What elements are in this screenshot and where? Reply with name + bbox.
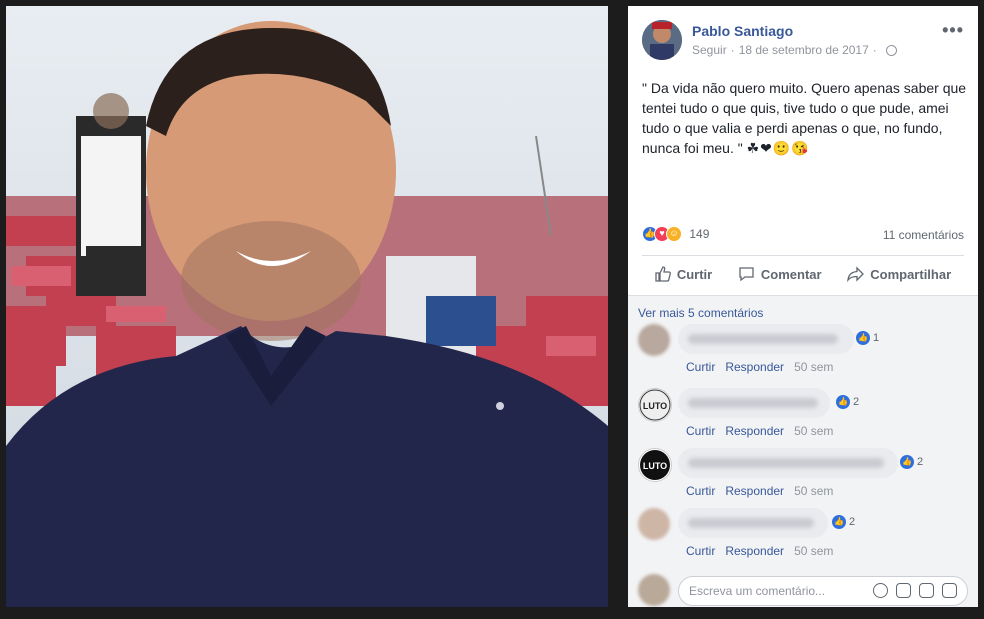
commenter-avatar[interactable] (638, 508, 670, 540)
share-icon (847, 266, 865, 282)
post-subline: Seguir · 18 de setembro de 2017 · (692, 43, 897, 57)
like-reaction-icon: 👍 (836, 395, 850, 409)
comment-item: 👍 1 Curtir Responder 50 sem (638, 324, 978, 384)
like-reaction-icon: 👍 (832, 515, 846, 529)
divider (642, 255, 964, 256)
post-photo[interactable] (6, 6, 608, 607)
author-avatar[interactable] (642, 20, 682, 60)
comment-time[interactable]: 50 sem (794, 544, 833, 558)
comment-bubble (678, 388, 830, 418)
comment-label: Comentar (760, 266, 822, 282)
like-reaction-icon: 👍 (900, 455, 914, 469)
comment-like-link[interactable]: Curtir (686, 544, 715, 558)
sticker-icon[interactable] (942, 583, 957, 598)
comment-time[interactable]: 50 sem (794, 360, 833, 374)
like-reaction-icon: 👍 (856, 331, 870, 345)
comment-reply-link[interactable]: Responder (725, 360, 784, 374)
svg-text:LUTO: LUTO (643, 461, 667, 471)
comment-item: LUTO 👍 2 Curtir Responder 50 sem (638, 388, 978, 448)
comment-input-placeholder: Escreva um comentário... (689, 584, 826, 598)
comment-reply-link[interactable]: Responder (725, 424, 784, 438)
comment-bubble (678, 508, 828, 538)
comments-section: Ver mais 5 comentários 👍 1 Curtir Responde… (628, 296, 978, 607)
comment-input[interactable]: Escreva um comentário... (678, 576, 968, 606)
comments-count[interactable]: 11 comentários (883, 228, 964, 242)
comment-meta: Curtir Responder 50 sem (686, 484, 843, 498)
post-panel: Pablo Santiago Seguir · 18 de setembro de … (628, 6, 978, 607)
like-button[interactable]: Curtir (655, 266, 712, 282)
comment-item: LUTO 👍 2 Curtir Responder 50 sem (638, 448, 978, 508)
comment-reactions[interactable]: 👍 2 (832, 515, 855, 529)
more-options-icon[interactable]: ••• (942, 20, 964, 41)
share-label: Compartilhar (870, 266, 952, 282)
see-more-comments-link[interactable]: Ver mais 5 comentários (638, 306, 763, 320)
haha-reaction-icon[interactable]: ☺ (666, 226, 682, 242)
emoji-icon[interactable] (873, 583, 888, 598)
post-emojis: ☘❤🙂😘 (746, 140, 810, 156)
current-user-avatar (638, 574, 670, 606)
comment-reactions[interactable]: 👍 2 (836, 395, 859, 409)
post-date[interactable]: 18 de setembro de 2017 (739, 43, 869, 57)
comment-composer: Escreva um comentário... (638, 574, 968, 607)
comment-time[interactable]: 50 sem (794, 424, 833, 438)
follow-link[interactable]: Seguir (692, 43, 727, 57)
commenter-avatar[interactable]: LUTO (638, 448, 672, 482)
comment-reactions[interactable]: 👍 1 (856, 331, 879, 345)
comment-reactions[interactable]: 👍 2 (900, 455, 923, 469)
author-name[interactable]: Pablo Santiago (692, 23, 793, 39)
commenter-avatar[interactable]: LUTO (638, 388, 672, 422)
camera-icon[interactable] (896, 583, 911, 598)
gif-icon[interactable] (919, 583, 934, 598)
svg-text:LUTO: LUTO (643, 401, 667, 411)
share-button[interactable]: Compartilhar (847, 266, 951, 282)
comment-reply-link[interactable]: Responder (725, 484, 784, 498)
comment-reply-link[interactable]: Responder (725, 544, 784, 558)
comment-meta: Curtir Responder 50 sem (686, 360, 843, 374)
reactions-count[interactable]: 149 (689, 227, 709, 241)
post-text-block: " Da vida não quero muito. Quero apenas … (642, 78, 968, 158)
comment-like-link[interactable]: Curtir (686, 484, 715, 498)
comment-bubble (678, 448, 898, 478)
like-label: Curtir (676, 266, 713, 282)
comment-like-link[interactable]: Curtir (686, 360, 715, 374)
comment-icon (739, 267, 754, 282)
commenter-avatar[interactable] (638, 324, 670, 356)
comment-like-link[interactable]: Curtir (686, 424, 715, 438)
action-bar: Curtir Comentar Compartilhar (642, 262, 964, 286)
comment-meta: Curtir Responder 50 sem (686, 424, 843, 438)
comment-meta: Curtir Responder 50 sem (686, 544, 843, 558)
globe-icon (885, 45, 897, 56)
post-stats: 👍 ♥ ☺ 149 11 comentários (642, 226, 964, 246)
comment-button[interactable]: Comentar (738, 266, 822, 282)
selfie-image (6, 6, 608, 607)
comment-item: 👍 2 Curtir Responder 50 sem (638, 508, 978, 568)
comment-time[interactable]: 50 sem (794, 484, 833, 498)
comment-bubble (678, 324, 854, 354)
post-header: Pablo Santiago Seguir · 18 de setembro de … (642, 20, 978, 62)
thumbs-up-icon (655, 266, 671, 282)
